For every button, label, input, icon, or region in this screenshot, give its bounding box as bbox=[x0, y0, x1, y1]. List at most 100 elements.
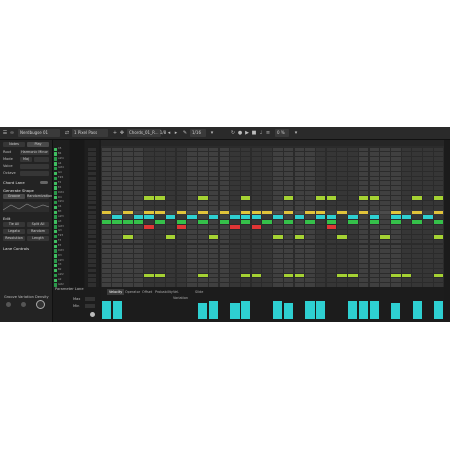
grid-cell[interactable] bbox=[391, 229, 401, 234]
grid-cell[interactable] bbox=[305, 200, 315, 205]
grid-cell[interactable] bbox=[401, 225, 412, 229]
grid-cell[interactable] bbox=[273, 278, 283, 283]
grid-cell[interactable] bbox=[240, 254, 251, 259]
grid-cell[interactable] bbox=[112, 278, 122, 283]
grid-cell[interactable] bbox=[391, 254, 401, 259]
note[interactable] bbox=[433, 196, 444, 200]
grid-cell[interactable] bbox=[219, 186, 230, 191]
grid-cell[interactable] bbox=[133, 181, 144, 186]
grid-cell[interactable] bbox=[123, 200, 133, 205]
grid-cell[interactable] bbox=[283, 278, 294, 283]
row-mute-button[interactable] bbox=[88, 176, 96, 181]
grid-cell[interactable] bbox=[251, 259, 262, 263]
grid-cell[interactable] bbox=[230, 254, 240, 259]
grid-cell[interactable] bbox=[176, 162, 187, 166]
random-button[interactable]: Random bbox=[27, 229, 49, 234]
grid-cell[interactable] bbox=[337, 147, 347, 152]
grid-cell[interactable] bbox=[358, 200, 369, 205]
grid-cell[interactable] bbox=[401, 220, 412, 225]
grid-cell[interactable] bbox=[133, 244, 144, 249]
grid-cell[interactable] bbox=[433, 239, 444, 244]
grid-cell[interactable] bbox=[165, 225, 176, 229]
grid-cell[interactable] bbox=[187, 152, 197, 157]
grid-cell[interactable] bbox=[123, 176, 133, 181]
grid-cell[interactable] bbox=[337, 196, 347, 200]
grid-cell[interactable] bbox=[240, 176, 251, 181]
octave-field[interactable] bbox=[20, 171, 49, 176]
grid-cell[interactable] bbox=[112, 147, 122, 152]
grid-cell[interactable] bbox=[423, 147, 433, 152]
grid-cell[interactable] bbox=[412, 166, 422, 171]
grid-cell[interactable] bbox=[326, 162, 337, 166]
grid-cell[interactable] bbox=[273, 171, 283, 176]
grid-cell[interactable] bbox=[262, 166, 272, 171]
grid-cell[interactable] bbox=[155, 200, 165, 205]
grid-cell[interactable] bbox=[391, 259, 401, 263]
grid-cell[interactable] bbox=[412, 244, 422, 249]
split-all-button[interactable]: Split All bbox=[27, 222, 49, 227]
note[interactable] bbox=[337, 273, 347, 278]
grid-cell[interactable] bbox=[423, 254, 433, 259]
grid-cell[interactable] bbox=[187, 244, 197, 249]
grid-cell[interactable] bbox=[187, 157, 197, 162]
grid-cell[interactable] bbox=[251, 220, 262, 225]
grid-cell[interactable] bbox=[133, 152, 144, 157]
fold-icon[interactable]: ≡ bbox=[265, 129, 271, 137]
grid-cell[interactable] bbox=[144, 229, 154, 234]
grid-cell[interactable] bbox=[369, 157, 380, 162]
velocity-bar[interactable] bbox=[241, 301, 251, 319]
grid-cell[interactable] bbox=[208, 254, 219, 259]
grid-cell[interactable] bbox=[391, 263, 401, 268]
grid-cell[interactable] bbox=[315, 162, 326, 166]
grid-cell[interactable] bbox=[423, 278, 433, 283]
grid-cell[interactable] bbox=[273, 249, 283, 254]
grid-cell[interactable] bbox=[423, 176, 433, 181]
note[interactable] bbox=[294, 273, 305, 278]
grid-cell[interactable] bbox=[101, 157, 112, 162]
grid-cell[interactable] bbox=[208, 186, 219, 191]
grid-cell[interactable] bbox=[123, 162, 133, 166]
grid-cell[interactable] bbox=[144, 147, 154, 152]
grid-cell[interactable] bbox=[305, 268, 315, 273]
grid-cell[interactable] bbox=[176, 273, 187, 278]
grid-cell[interactable] bbox=[112, 162, 122, 166]
note[interactable] bbox=[123, 220, 133, 225]
grid-cell[interactable] bbox=[326, 278, 337, 283]
grid-cell[interactable] bbox=[187, 186, 197, 191]
grid-cell[interactable] bbox=[423, 263, 433, 268]
grid-cell[interactable] bbox=[283, 191, 294, 195]
grid-cell[interactable] bbox=[165, 278, 176, 283]
grid-cell[interactable] bbox=[380, 225, 390, 229]
grid-cell[interactable] bbox=[240, 152, 251, 157]
grid-cell[interactable] bbox=[123, 278, 133, 283]
grid-cell[interactable] bbox=[198, 205, 208, 210]
velocity-bar[interactable] bbox=[305, 301, 315, 319]
grid-cell[interactable] bbox=[144, 254, 154, 259]
grid-cell[interactable] bbox=[176, 259, 187, 263]
grid-cell[interactable] bbox=[294, 254, 305, 259]
grid-cell[interactable] bbox=[294, 239, 305, 244]
grid-cell[interactable] bbox=[230, 278, 240, 283]
grid-cell[interactable] bbox=[208, 147, 219, 152]
note[interactable] bbox=[433, 234, 444, 239]
grid-cell[interactable] bbox=[369, 244, 380, 249]
grid-cell[interactable] bbox=[262, 263, 272, 268]
grid-cell[interactable] bbox=[273, 220, 283, 225]
grid-cell[interactable] bbox=[412, 278, 422, 283]
grid-cell[interactable] bbox=[230, 171, 240, 176]
grid-cell[interactable] bbox=[337, 225, 347, 229]
grid-cell[interactable] bbox=[123, 157, 133, 162]
velocity-bar[interactable] bbox=[208, 301, 219, 319]
tab-offset[interactable]: Offset bbox=[142, 289, 152, 295]
grid-cell[interactable] bbox=[219, 147, 230, 152]
velocity-bar[interactable] bbox=[359, 301, 369, 319]
grid-cell[interactable] bbox=[305, 273, 315, 278]
grid-cell[interactable] bbox=[326, 181, 337, 186]
grid-cell[interactable] bbox=[273, 259, 283, 263]
grid-cell[interactable] bbox=[401, 205, 412, 210]
grid-cell[interactable] bbox=[294, 268, 305, 273]
grid-cell[interactable] bbox=[133, 263, 144, 268]
grid-cell[interactable] bbox=[305, 171, 315, 176]
grid-cell[interactable] bbox=[133, 166, 144, 171]
grid-cell[interactable] bbox=[198, 166, 208, 171]
